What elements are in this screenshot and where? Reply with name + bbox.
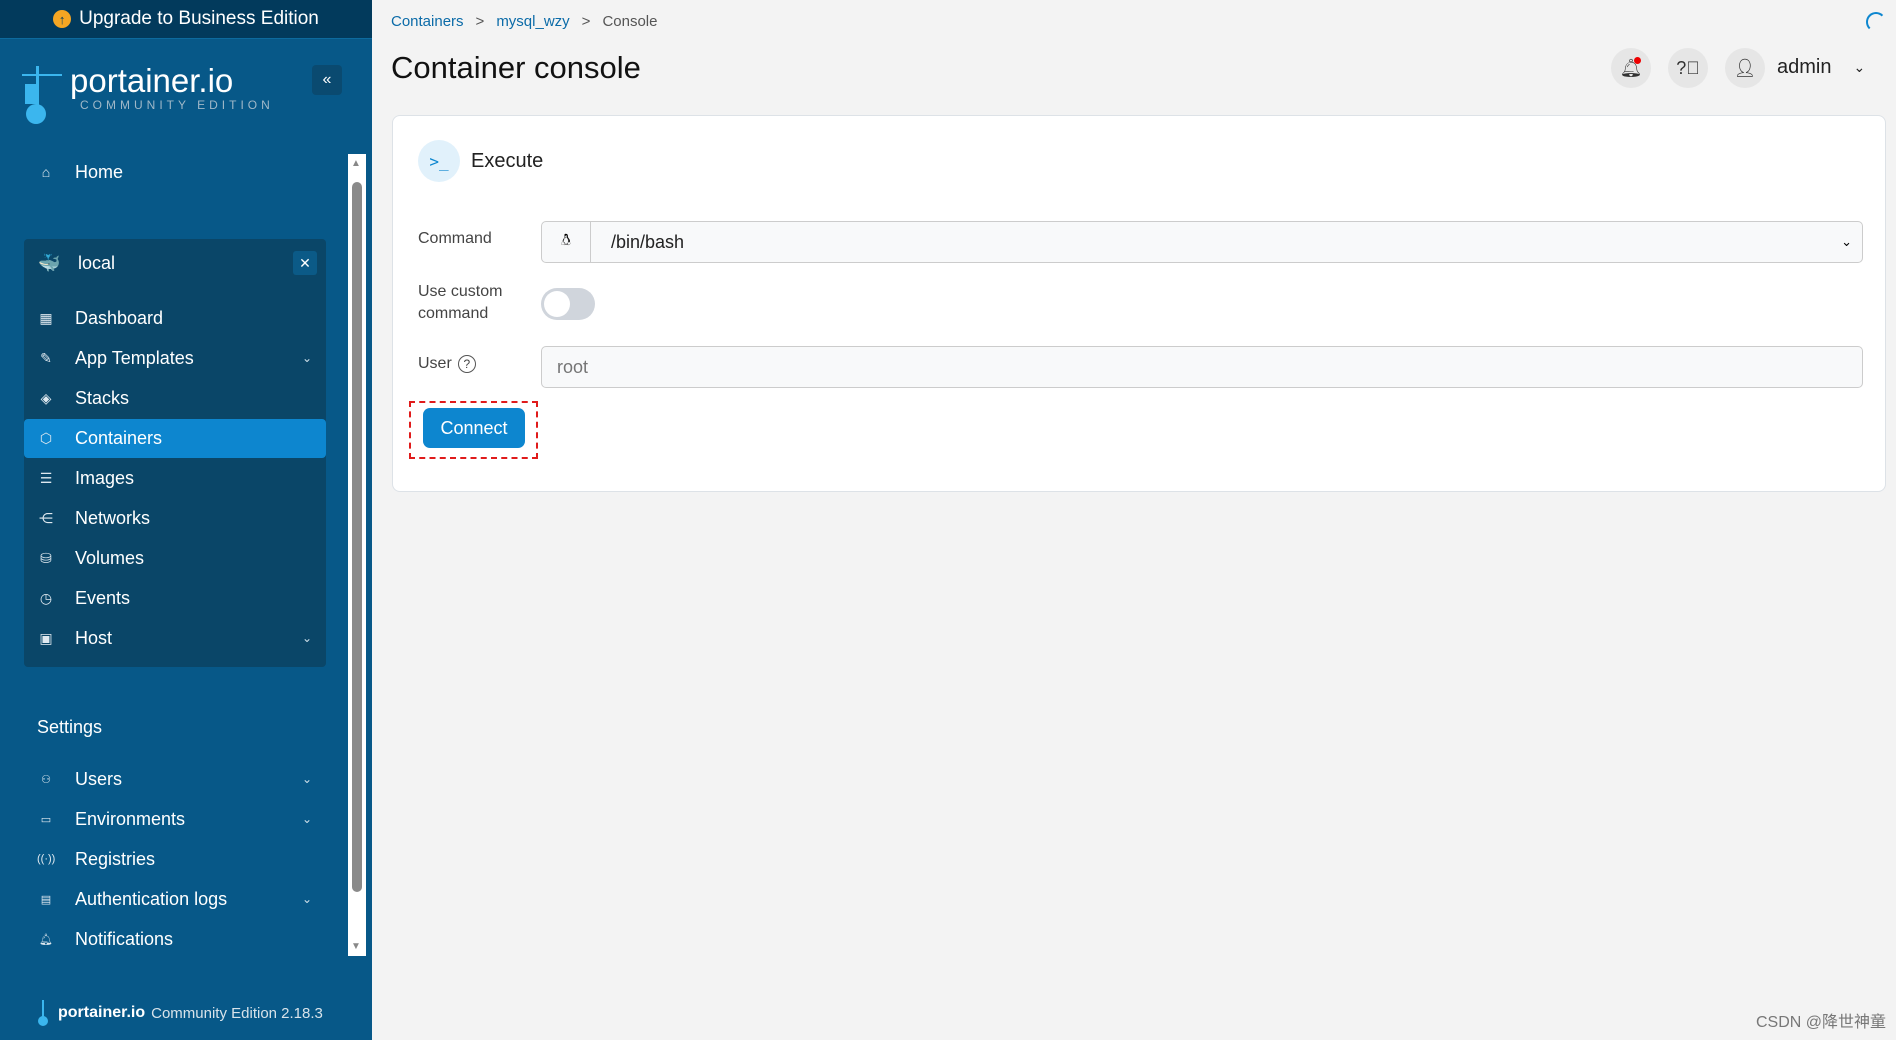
sidebar-item-host[interactable]: ▣ Host ⌄ xyxy=(37,618,322,658)
sidebar-item-notifications[interactable]: 🔔︎ Notifications xyxy=(37,919,322,959)
database-icon: ⛁ xyxy=(40,549,52,566)
help-button[interactable]: ?⃝ xyxy=(1668,48,1708,88)
sidebar: ↑ Upgrade to Business Edition portainer.i… xyxy=(0,0,372,1040)
server-icon: ▣ xyxy=(39,629,53,646)
sidebar-item-volumes[interactable]: ⛁ Volumes xyxy=(37,538,322,578)
sidebar-item-home[interactable]: ⌂ Home xyxy=(37,152,322,192)
execute-card: >_ Execute Command 🐧︎ /bin/bash ⌄ Use cu… xyxy=(392,115,1886,492)
edit-icon: ✎ xyxy=(40,349,52,366)
help-icon: ?⃝ xyxy=(1676,57,1700,78)
sidebar-scrollbar[interactable]: ▲ ▼ xyxy=(348,154,366,956)
card-heading: Execute xyxy=(471,150,544,172)
clock-icon: ◷ xyxy=(39,589,53,606)
breadcrumb-containers[interactable]: Containers xyxy=(391,13,464,30)
sidebar-item-users[interactable]: ⚇ Users ⌄ xyxy=(37,759,322,799)
box-icon: ⬡ xyxy=(39,429,53,446)
chevron-down-icon: ⌄ xyxy=(301,892,312,906)
custom-command-toggle[interactable] xyxy=(541,288,595,320)
registries-icon: ((·)) xyxy=(37,853,56,865)
page-title: Container console xyxy=(391,50,641,85)
breadcrumb: Containers > mysql_wzy > Console xyxy=(391,13,658,30)
chevron-down-icon: ⌄ xyxy=(1841,234,1852,249)
user-label: User? xyxy=(418,353,476,375)
layers-icon: ◈ xyxy=(40,389,52,406)
user-menu[interactable]: admin ⌄ xyxy=(1777,56,1865,79)
close-environment-button[interactable]: ✕ xyxy=(293,251,317,275)
terminal-icon: >_ xyxy=(418,140,460,182)
custom-command-label: Use custom command xyxy=(418,283,503,322)
sidebar-item-images[interactable]: ☰ Images xyxy=(37,458,322,498)
connect-button[interactable]: Connect xyxy=(423,408,525,448)
sidebar-item-events[interactable]: ◷ Events xyxy=(37,578,322,618)
chevron-down-icon: ⌄ xyxy=(301,772,312,786)
sidebar-item-authentication-logs[interactable]: ▤ Authentication logs ⌄ xyxy=(37,879,322,919)
file-icon: ▤ xyxy=(40,893,52,906)
collapse-sidebar-button[interactable]: « xyxy=(312,65,342,95)
sidebar-item-app-templates[interactable]: ✎ App Templates ⌄ xyxy=(37,338,322,378)
notifications-button[interactable]: 🔔︎ xyxy=(1611,48,1651,88)
settings-heading: Settings xyxy=(37,716,103,737)
footer: portainer.io Community Edition 2.18.3 xyxy=(36,1000,323,1026)
bell-icon: 🔔︎ xyxy=(39,933,53,946)
watermark: CSDN @降世神童 xyxy=(1755,1014,1886,1031)
user-input[interactable] xyxy=(541,346,1863,388)
environments-icon: ▭ xyxy=(40,813,52,826)
sidebar-item-networks[interactable]: ⋲ Networks xyxy=(37,498,322,538)
command-label: Command xyxy=(418,230,492,247)
home-icon: ⌂ xyxy=(41,164,51,180)
chevron-down-icon: ⌄ xyxy=(1853,59,1866,75)
docker-icon: 🐳 xyxy=(38,252,61,273)
help-icon[interactable]: ? xyxy=(457,355,476,373)
loading-spinner-icon xyxy=(1866,12,1886,32)
user-avatar[interactable]: 👤︎ xyxy=(1725,48,1765,88)
sidebar-item-containers[interactable]: ⬡ Containers xyxy=(37,418,322,458)
command-select[interactable]: 🐧︎ /bin/bash ⌄ xyxy=(541,221,1863,263)
user-icon: 👤︎ xyxy=(1733,57,1757,78)
logo[interactable]: portainer.io COMMUNITY EDITION xyxy=(22,64,274,124)
breadcrumb-container[interactable]: mysql_wzy xyxy=(496,13,569,30)
linux-icon: 🐧︎ xyxy=(542,222,591,262)
sidebar-item-stacks[interactable]: ◈ Stacks xyxy=(37,378,322,418)
portainer-logo-icon xyxy=(22,66,62,124)
sidebar-item-dashboard[interactable]: ▦ Dashboard xyxy=(37,298,322,338)
portainer-logo-icon xyxy=(38,1000,48,1026)
upgrade-banner[interactable]: ↑ Upgrade to Business Edition xyxy=(0,0,372,39)
share-icon: ⋲ xyxy=(39,509,53,526)
sidebar-item-registries[interactable]: ((·)) Registries xyxy=(37,839,322,879)
environment-local[interactable]: 🐳 local xyxy=(38,243,323,283)
breadcrumb-current: Console xyxy=(602,13,658,30)
notification-dot xyxy=(1634,57,1641,64)
chevron-down-icon: ⌄ xyxy=(301,812,312,826)
chevron-down-icon: ⌄ xyxy=(301,631,312,645)
sidebar-item-environments[interactable]: ▭ Environments ⌄ xyxy=(37,799,322,839)
list-icon: ☰ xyxy=(39,469,53,486)
users-icon: ⚇ xyxy=(41,773,51,786)
chevron-down-icon: ⌄ xyxy=(301,351,312,365)
dashboard-icon: ▦ xyxy=(39,309,53,326)
arrow-up-icon: ↑ xyxy=(53,10,72,28)
